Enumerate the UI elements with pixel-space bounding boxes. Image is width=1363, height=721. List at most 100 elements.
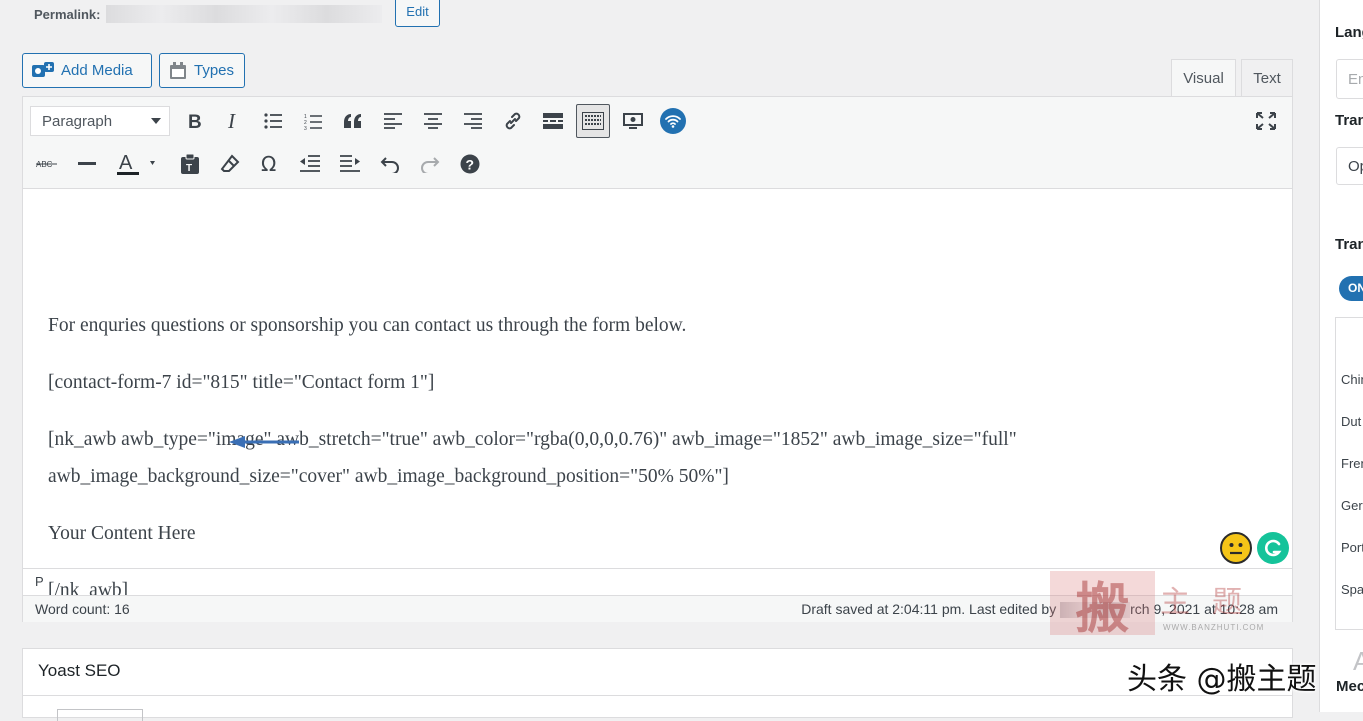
special-character-button[interactable]: Ω [253, 147, 287, 181]
text-color-button[interactable]: A [110, 147, 162, 181]
language-row[interactable]: Dut [1341, 414, 1361, 429]
draft-saved-prefix: Draft saved at 2:04:11 pm. Last edited b… [801, 601, 1057, 617]
bold-button[interactable]: B [177, 104, 211, 138]
add-media-label: Add Media [61, 62, 133, 79]
align-left-button[interactable] [376, 104, 410, 138]
language-row[interactable]: Spa [1341, 582, 1363, 597]
sidebar-bottom-letter: A [1353, 646, 1363, 677]
undo-button[interactable] [373, 147, 407, 181]
types-button[interactable]: Types [159, 53, 245, 88]
svg-text:A: A [119, 153, 133, 174]
outdent-button[interactable] [293, 147, 327, 181]
content-paragraph-1: For enquries questions or sponsorship yo… [48, 315, 687, 336]
preview-icon [623, 113, 643, 129]
format-select[interactable]: Paragraph [30, 106, 170, 136]
language-row[interactable]: Ger [1341, 498, 1363, 513]
blockquote-button[interactable] [336, 104, 370, 138]
fullscreen-icon [1256, 112, 1276, 130]
permalink-url-redacted[interactable] [106, 5, 383, 23]
watermark-toutiao: 头条 @搬主题 [1127, 662, 1317, 697]
clear-formatting-icon [220, 154, 240, 172]
bullet-list-button[interactable] [256, 104, 290, 138]
redo-button[interactable] [413, 147, 447, 181]
link-icon [505, 112, 521, 130]
yoast-divider [23, 695, 1292, 696]
sidebar-bottom-label: Mec [1336, 678, 1363, 695]
special-character-icon: Ω [261, 154, 276, 174]
paste-text-button[interactable]: T [173, 147, 207, 181]
fullscreen-button[interactable] [1249, 104, 1283, 138]
translation-select[interactable]: Op [1336, 147, 1363, 185]
translation-label-1: Tran [1335, 112, 1363, 129]
strikethrough-icon: ABC [36, 160, 57, 169]
preview-button[interactable] [616, 104, 650, 138]
align-center-button[interactable] [416, 104, 450, 138]
numbered-list-icon: 123 [304, 114, 322, 130]
bold-icon: B [188, 112, 202, 130]
yoast-tab-edge[interactable] [57, 709, 143, 721]
italic-icon: I [227, 112, 236, 130]
neutral-face-icon[interactable] [1220, 532, 1252, 564]
paste-text-icon: T [181, 154, 199, 174]
content-paragraph-4: Your Content Here [48, 523, 196, 544]
redo-icon [421, 157, 440, 173]
language-row[interactable]: Port [1341, 540, 1363, 555]
content-paragraph-3a: [nk_awb awb_type="image" awb_stretch="tr… [48, 429, 1017, 450]
permalink-edit-button[interactable]: Edit [395, 0, 440, 27]
indent-button[interactable] [333, 147, 367, 181]
align-right-button[interactable] [456, 104, 490, 138]
classic-editor: Paragraph B I 123 ABC A T Ω ? For enquri… [22, 96, 1293, 622]
tab-text[interactable]: Text [1241, 59, 1293, 96]
undo-icon [380, 157, 399, 173]
horizontal-line-button[interactable] [70, 147, 104, 181]
align-left-icon [384, 113, 402, 129]
help-icon: ? [460, 154, 480, 174]
language-row[interactable]: Fren [1341, 456, 1363, 471]
svg-text:Ω: Ω [261, 154, 276, 174]
format-select-value: Paragraph [42, 112, 113, 130]
indent-icon [340, 155, 360, 172]
clear-formatting-button[interactable] [213, 147, 247, 181]
toolbar-toggle-button[interactable] [576, 104, 610, 138]
strikethrough-button[interactable]: ABC [30, 147, 64, 181]
language-row[interactable]: Chin [1341, 372, 1363, 387]
read-more-icon [543, 113, 563, 129]
wifi-plugin-button[interactable] [656, 104, 690, 138]
add-media-button[interactable]: Add Media [22, 53, 152, 88]
permalink-row: Permalink: [34, 2, 383, 26]
language-field[interactable]: En [1336, 59, 1363, 99]
editor-toolbar: Paragraph B I 123 ABC A T Ω ? [23, 97, 1292, 189]
wifi-plugin-icon [660, 108, 686, 134]
word-count: Word count: 16 [35, 601, 130, 617]
language-field-value: En [1348, 70, 1363, 88]
yoast-seo-panel: Yoast SEO [22, 648, 1293, 721]
align-right-icon [464, 113, 482, 129]
tab-visual[interactable]: Visual [1171, 59, 1236, 96]
help-button[interactable]: ? [453, 147, 487, 181]
horizontal-line-icon [78, 162, 96, 165]
toolbar-toggle-icon [582, 112, 604, 130]
align-center-icon [424, 113, 442, 129]
link-button[interactable] [496, 104, 530, 138]
chevron-down-icon [151, 118, 161, 124]
translation-toggle[interactable]: ON [1339, 276, 1363, 301]
watermark-site-chars: 主题 [1160, 585, 1264, 620]
add-media-icon [32, 61, 54, 80]
svg-text:B: B [188, 112, 202, 130]
language-label: Lang [1335, 24, 1363, 41]
translation-label-2: Tran [1335, 236, 1363, 253]
yoast-seo-title[interactable]: Yoast SEO [38, 661, 121, 681]
language-sidebar: Lang En Tran Op Tran ON Chin Dut Fren Ge… [1319, 0, 1363, 712]
read-more-button[interactable] [536, 104, 570, 138]
arrow-left-icon [229, 436, 299, 448]
translation-select-value: Op [1348, 157, 1363, 175]
watermark-url: WWW.BANZHUTI.COM [1163, 623, 1265, 632]
italic-button[interactable]: I [216, 104, 250, 138]
svg-text:I: I [227, 112, 236, 130]
bullet-list-icon [264, 113, 282, 129]
grammarly-icon[interactable] [1257, 532, 1289, 564]
numbered-list-button[interactable]: 123 [296, 104, 330, 138]
svg-text:T: T [186, 163, 192, 174]
svg-text:3: 3 [304, 126, 307, 130]
permalink-label: Permalink: [34, 6, 101, 22]
